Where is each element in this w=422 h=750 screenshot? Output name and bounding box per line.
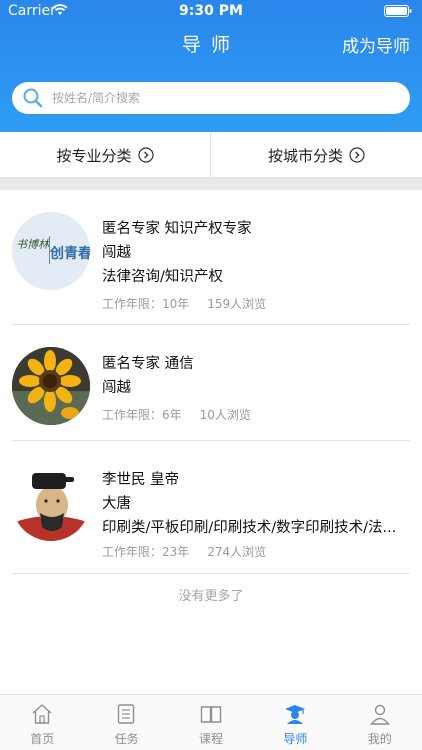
search-input[interactable] <box>52 88 392 108</box>
tab-label: 首页 <box>30 732 55 746</box>
avatar-logo-script: 书博林 <box>16 238 51 251</box>
mentor-org: 大唐 <box>102 496 131 512</box>
tab-label: 我的 <box>367 732 392 746</box>
tab-home[interactable]: 首页 <box>0 695 84 750</box>
list-end-text: 没有更多了 <box>178 589 244 604</box>
section-spacer <box>0 178 422 190</box>
chevron-right-circle-icon <box>349 147 365 163</box>
avatar <box>12 463 90 541</box>
filter-by-major-label: 按专业分类 <box>56 146 132 165</box>
filter-by-city-label: 按城市分类 <box>267 146 343 165</box>
tab-label: 课程 <box>198 732 223 746</box>
filter-by-major-button[interactable]: 按专业分类 <box>0 132 211 178</box>
tab-task[interactable]: 任务 <box>84 695 168 750</box>
search-icon <box>23 88 43 108</box>
filter-by-city-button[interactable]: 按城市分类 <box>211 132 422 178</box>
avatar-logo-text: 创青春 <box>49 245 90 262</box>
avatar <box>12 347 90 425</box>
avatar-emperor-portrait <box>12 463 90 541</box>
view-count: 274人浏览 <box>207 545 267 559</box>
tab-profile[interactable]: 我的 <box>338 695 422 750</box>
tab-course[interactable]: 课程 <box>169 695 253 750</box>
chevron-right-circle-icon <box>137 147 154 163</box>
home-icon <box>32 704 52 724</box>
mentor-title: 匿名专家 通信 <box>102 356 194 372</box>
mentor-specialty: 印刷类/平板印刷/印刷技术/数字印刷技术/法... <box>102 520 397 536</box>
status-bar: Carrier 9:30 PM <box>0 0 422 22</box>
view-count: 159人浏览 <box>207 297 267 311</box>
mentor-org: 闯越 <box>102 380 131 396</box>
work-years: 工作年限：23年 <box>102 545 190 559</box>
mentor-specialty: 法律咨询/知识产权 <box>102 269 223 285</box>
task-icon <box>118 704 135 724</box>
status-time: 9:30 PM <box>179 3 243 19</box>
mentor-org: 闯越 <box>102 245 131 261</box>
profile-icon <box>369 704 390 725</box>
mentor-title: 匿名专家 知识产权专家 <box>102 221 252 237</box>
header: Carrier 9:30 PM 导师 成为导师 <box>0 0 422 132</box>
avatar-logo-image: 书博林 创青春 <box>12 212 90 290</box>
mentor-meta: 工作年限：23年 274人浏览 <box>102 543 266 560</box>
mentor-meta: 工作年限：6年 10人浏览 <box>102 406 251 423</box>
mentor-meta: 工作年限：10年 159人浏览 <box>102 295 266 312</box>
book-icon <box>200 706 221 723</box>
mentor-card[interactable]: 书博林 创青春 匿名专家 知识产权专家 闯越 法律咨询/知识产权 工作年限：10… <box>0 190 422 325</box>
mentor-card[interactable]: 李世民 皇帝 大唐 印刷类/平板印刷/印刷技术/数字印刷技术/法... 工作年限… <box>0 441 422 574</box>
tab-label: 导师 <box>283 732 308 746</box>
divider <box>12 573 410 574</box>
avatar: 书博林 创青春 <box>12 212 90 290</box>
work-years: 工作年限：10年 <box>102 297 190 311</box>
mentor-card[interactable]: 匿名专家 通信 闯越 工作年限：6年 10人浏览 <box>0 325 422 441</box>
tab-mentor[interactable]: 导师 <box>253 695 337 750</box>
work-years: 工作年限：6年 <box>102 408 182 422</box>
mentor-title: 李世民 皇帝 <box>102 472 180 488</box>
filter-row: 按专业分类 按城市分类 <box>0 132 422 178</box>
battery-icon <box>384 5 412 17</box>
become-mentor-button[interactable]: 成为导师 <box>342 32 410 57</box>
tab-bar: 首页 任务 课程 导师 我的 <box>0 694 422 750</box>
tab-label: 任务 <box>114 732 139 746</box>
view-count: 10人浏览 <box>199 408 251 422</box>
search-bar[interactable] <box>12 82 410 114</box>
mentor-icon <box>285 705 306 724</box>
avatar-sunflower-image <box>12 347 90 425</box>
